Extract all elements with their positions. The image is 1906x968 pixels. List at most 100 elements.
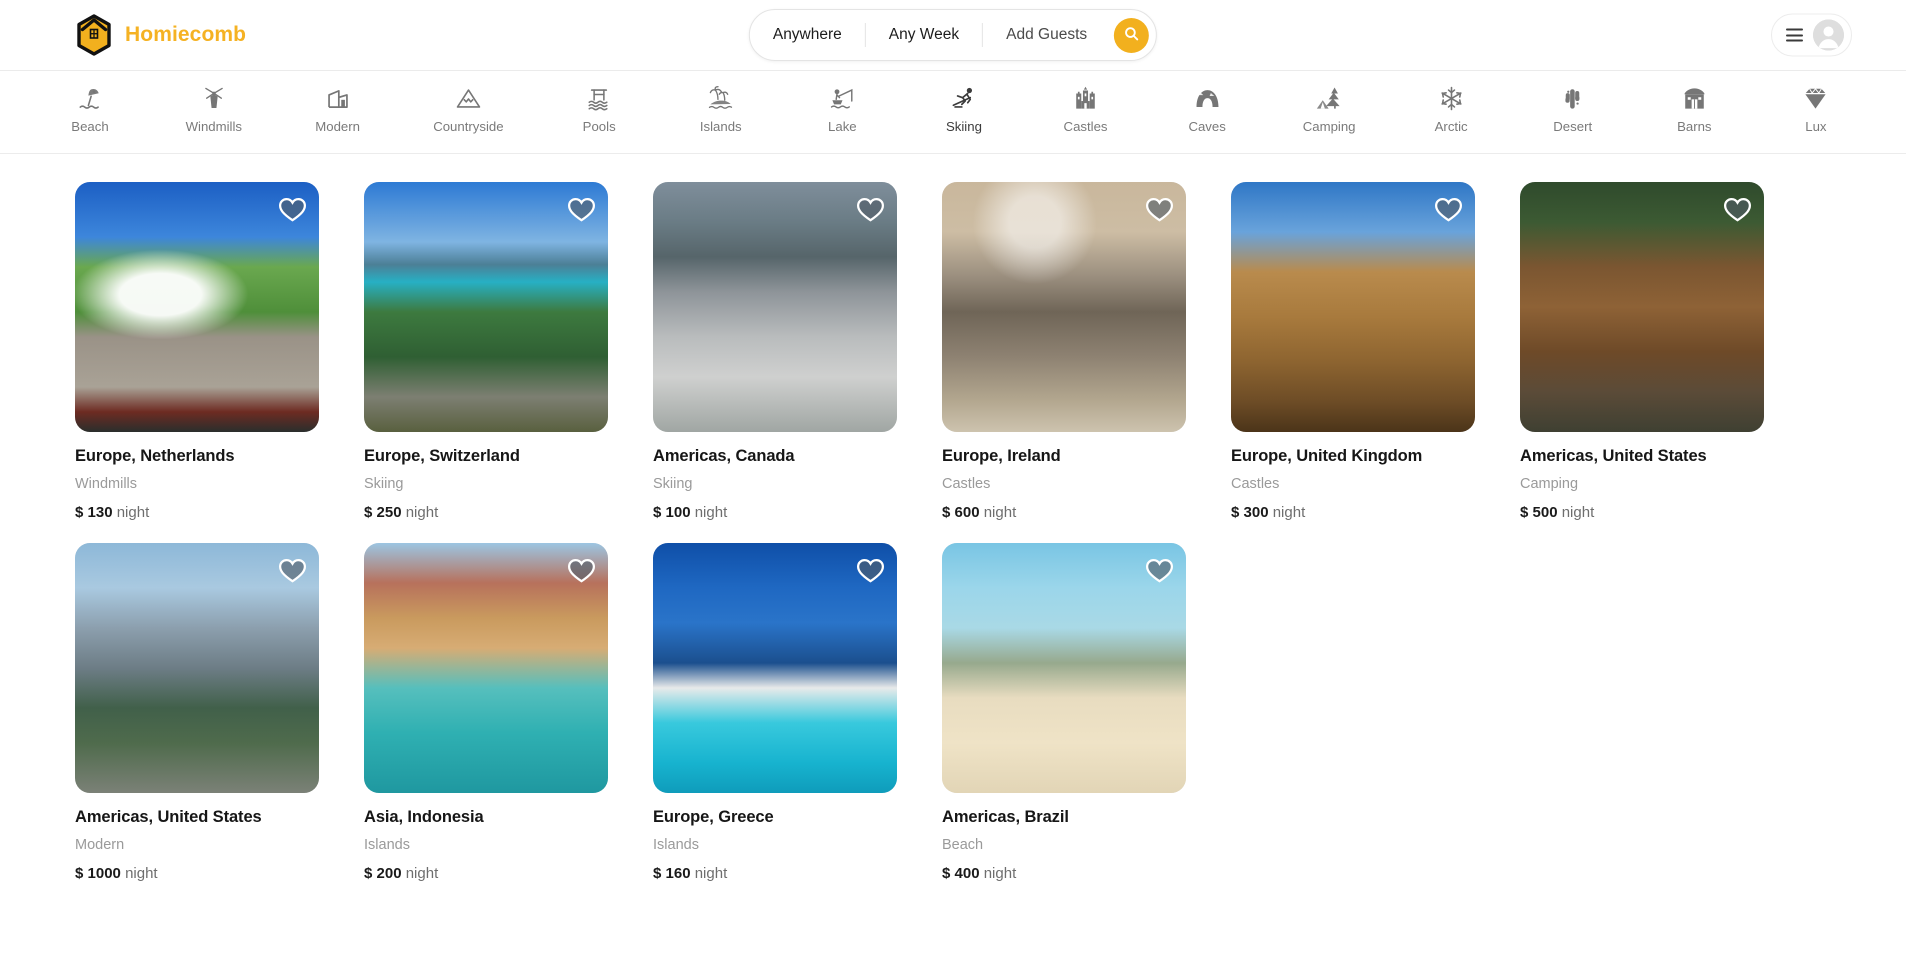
listing-card[interactable]: Europe, Netherlands Windmills $ 130 nigh…	[75, 182, 319, 521]
category-beach[interactable]: Beach	[60, 84, 120, 143]
fishing-boat-icon	[829, 86, 856, 112]
category-label: Islands	[699, 119, 742, 134]
search-guests-button[interactable]: Add Guests	[983, 20, 1110, 50]
category-caves[interactable]: Caves	[1177, 84, 1237, 143]
price-amount: 600	[954, 504, 980, 521]
favorite-button[interactable]	[567, 195, 595, 223]
listing-card[interactable]: Americas, United States Modern $ 1000 ni…	[75, 543, 319, 882]
listing-photo[interactable]	[75, 182, 319, 432]
user-avatar-icon[interactable]	[1813, 19, 1844, 51]
listing-photo[interactable]	[1231, 182, 1475, 432]
brand-logo-link[interactable]: Homiecomb	[74, 14, 246, 56]
price-currency: $	[364, 865, 373, 882]
listing-photo[interactable]	[364, 543, 608, 793]
category-label: Camping	[1302, 119, 1356, 134]
category-lux[interactable]: Lux	[1786, 84, 1846, 143]
favorite-button[interactable]	[856, 195, 884, 223]
hamburger-icon[interactable]	[1786, 28, 1803, 42]
listing-title: Europe, Greece	[653, 808, 774, 826]
price-amount: 400	[954, 865, 980, 882]
price-currency: $	[1520, 504, 1529, 521]
category-label: Skiing	[945, 119, 982, 134]
price-unit: night	[694, 504, 728, 521]
category-camping[interactable]: Camping	[1299, 84, 1360, 143]
listing-card[interactable]: Americas, Canada Skiing $ 100 night	[653, 182, 897, 521]
listing-title: Asia, Indonesia	[364, 808, 484, 826]
listing-title: Europe, United Kingdom	[1231, 447, 1423, 465]
favorite-button[interactable]	[1145, 195, 1173, 223]
listing-price: $ 1000 night	[75, 865, 319, 882]
category-label: Lake	[828, 119, 857, 134]
category-countryside[interactable]: Countryside	[429, 84, 507, 143]
price-amount: 100	[665, 504, 691, 521]
listing-photo[interactable]	[1520, 182, 1764, 432]
favorite-button[interactable]	[278, 195, 306, 223]
listing-category: Skiing	[364, 476, 404, 492]
listing-card[interactable]: Europe, Greece Islands $ 160 night	[653, 543, 897, 882]
heart-icon	[856, 197, 884, 222]
favorite-button[interactable]	[1723, 195, 1751, 223]
listing-price: $ 200 night	[364, 865, 608, 882]
listing-price: $ 130 night	[75, 504, 319, 521]
listing-category: Castles	[942, 476, 991, 492]
category-windmills[interactable]: Windmills	[182, 84, 246, 143]
price-currency: $	[653, 865, 662, 882]
listing-price: $ 100 night	[653, 504, 897, 521]
price-unit: night	[983, 865, 1017, 882]
category-skiing[interactable]: Skiing	[934, 84, 994, 143]
listing-card[interactable]: Asia, Indonesia Islands $ 200 night	[364, 543, 608, 882]
category-pools[interactable]: Pools	[569, 84, 629, 143]
category-arctic[interactable]: Arctic	[1421, 84, 1481, 143]
listing-card[interactable]: Americas, Brazil Beach $ 400 night	[942, 543, 1186, 882]
category-islands[interactable]: Islands	[691, 84, 751, 143]
heart-icon	[1145, 197, 1173, 222]
listing-card[interactable]: Europe, Switzerland Skiing $ 250 night	[364, 182, 608, 521]
heart-icon	[856, 558, 884, 583]
honeycomb-house-logo-icon	[74, 14, 114, 56]
listing-photo[interactable]	[653, 182, 897, 432]
search-dates-button[interactable]: Any Week	[866, 20, 982, 50]
price-currency: $	[75, 504, 84, 521]
listing-title: Americas, Canada	[653, 447, 795, 465]
price-amount: 500	[1532, 504, 1558, 521]
favorite-button[interactable]	[1145, 556, 1173, 584]
price-amount: 200	[376, 865, 402, 882]
category-desert[interactable]: Desert	[1543, 84, 1603, 143]
listing-photo[interactable]	[942, 543, 1186, 793]
user-menu-button[interactable]	[1771, 13, 1852, 57]
price-currency: $	[942, 504, 951, 521]
listing-photo[interactable]	[364, 182, 608, 432]
price-currency: $	[942, 865, 951, 882]
beach-umbrella-icon	[77, 86, 103, 112]
listing-card[interactable]: Europe, Ireland Castles $ 600 night	[942, 182, 1186, 521]
favorite-button[interactable]	[567, 556, 595, 584]
category-lake[interactable]: Lake	[812, 84, 872, 143]
listing-photo[interactable]	[942, 182, 1186, 432]
cave-icon	[1194, 86, 1221, 112]
listing-card[interactable]: Americas, United States Camping $ 500 ni…	[1520, 182, 1764, 521]
category-label: Barns	[1677, 119, 1712, 134]
category-label: Windmills	[185, 119, 243, 134]
favorite-button[interactable]	[278, 556, 306, 584]
favorite-button[interactable]	[1434, 195, 1462, 223]
category-nav[interactable]: Beach Windmills Modern Countryside Pools…	[0, 71, 1906, 154]
search-location-button[interactable]: Anywhere	[750, 20, 865, 50]
search-bar[interactable]: Anywhere Any Week Add Guests	[748, 9, 1158, 61]
price-currency: $	[1231, 504, 1240, 521]
favorite-button[interactable]	[856, 556, 884, 584]
category-castles[interactable]: Castles	[1056, 84, 1116, 143]
heart-icon	[278, 558, 306, 583]
tent-tree-icon	[1316, 86, 1343, 112]
listing-category: Camping	[1520, 476, 1579, 492]
listing-photo[interactable]	[653, 543, 897, 793]
windmill-icon	[201, 86, 227, 112]
listing-price: $ 300 night	[1231, 504, 1475, 521]
listing-title: Europe, Ireland	[942, 447, 1061, 465]
listing-photo[interactable]	[75, 543, 319, 793]
listing-card[interactable]: Europe, United Kingdom Castles $ 300 nig…	[1231, 182, 1475, 521]
category-barns[interactable]: Barns	[1664, 84, 1724, 143]
category-modern[interactable]: Modern	[308, 84, 368, 143]
heart-icon	[567, 558, 595, 583]
search-submit-button[interactable]	[1114, 17, 1150, 53]
category-label: Caves	[1188, 119, 1226, 134]
